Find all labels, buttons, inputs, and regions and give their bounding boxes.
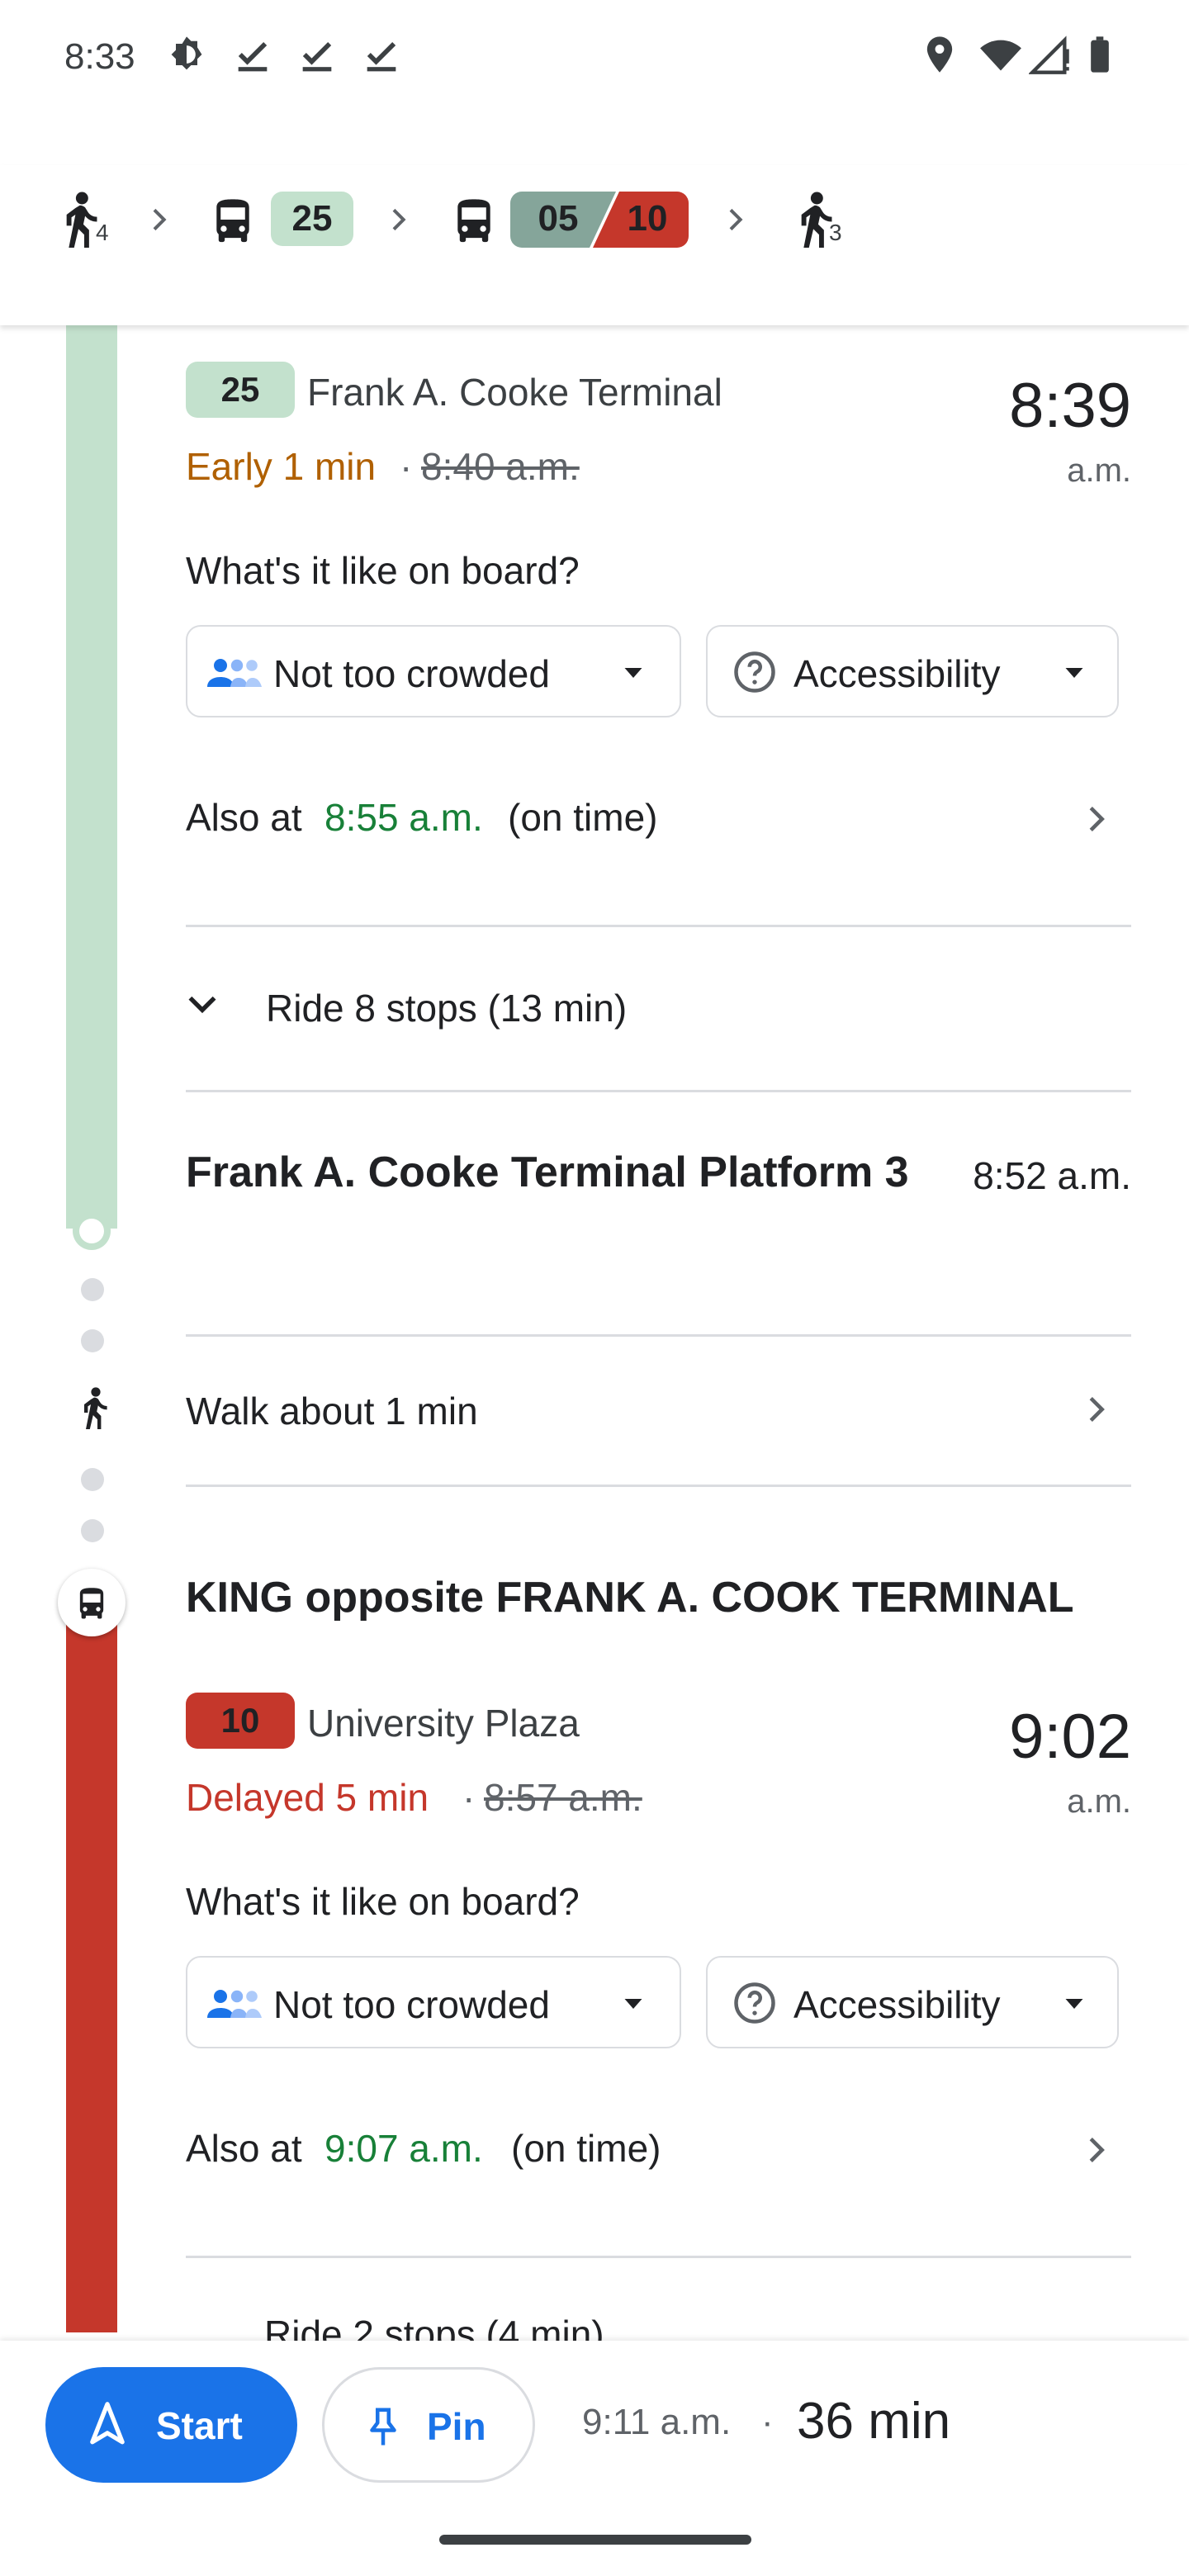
line-05-badge: 05 (538, 198, 579, 239)
also-at-prefix: Also at (186, 2127, 302, 2170)
accessibility-label: Accessibility (793, 1983, 1001, 2026)
pin-label: Pin (427, 2405, 486, 2448)
people-icon (207, 659, 262, 687)
dropdown-arrow-icon (624, 1999, 642, 2009)
crowd-label: Not too crowded (273, 1983, 550, 2026)
brightness-auto-icon (171, 36, 202, 70)
stop-node (73, 1212, 111, 1250)
divider (186, 2256, 1131, 2258)
people-icon (207, 1990, 262, 2018)
walk-icon (84, 1387, 107, 1429)
trip-duration: 36 min (797, 2393, 951, 2450)
boarding-stop-name[interactable]: KING opposite FRANK A. COOK TERMINAL (186, 1573, 1074, 1622)
status-bar: 8:33 (0, 0, 1189, 124)
start-label: Start (156, 2404, 243, 2447)
walk-dot (81, 1519, 104, 1542)
chevron-right-icon (1089, 1396, 1105, 1423)
wifi-icon (980, 40, 1021, 71)
arrival-time: 9:11 a.m. (582, 2402, 732, 2442)
walk-end-minutes: 3 (829, 220, 842, 245)
navigation-arrow-icon (90, 2402, 125, 2445)
on-board-question: What's it like on board? (186, 1880, 580, 1923)
leg1-scheduled-time: 8:40 a.m. (421, 445, 580, 488)
leg2-ampm: a.m. (1067, 1783, 1131, 1820)
also-at-time: 9:07 a.m. (324, 2127, 483, 2170)
check-icon (238, 42, 268, 72)
crowd-dropdown[interactable]: Not too crowded (186, 625, 681, 717)
separator: · (400, 445, 413, 488)
also-at-suffix: (on time) (511, 2127, 661, 2170)
also-at-suffix: (on time) (508, 796, 658, 839)
leg2-scheduled-time: 8:57 a.m. (484, 1776, 642, 1819)
accessibility-dropdown[interactable]: Accessibility (706, 1956, 1119, 2048)
ride-stops-toggle[interactable]: Ride 8 stops (13 min) (173, 974, 1131, 1040)
chevron-right-icon (729, 208, 743, 231)
line-10-badge: 10 (627, 198, 668, 239)
leg2-departure-time: 9:02 (1009, 1702, 1131, 1772)
leg1-ampm: a.m. (1067, 452, 1131, 489)
bus-icon (216, 199, 249, 243)
also-at-row[interactable]: Also at 8:55 a.m. (on time) (186, 788, 1131, 855)
route-line-25-rail (66, 325, 117, 1229)
chevron-right-icon (1089, 2137, 1105, 2163)
leg1-destination: Frank A. Cooke Terminal (307, 371, 722, 414)
signal-icon (1029, 36, 1069, 74)
walk-label: Walk about 1 min (186, 1390, 478, 1432)
arrival-stop-time: 8:52 a.m. (973, 1154, 1131, 1197)
leg1-line-badge: 25 (186, 362, 295, 418)
divider (186, 1090, 1131, 1092)
dropdown-arrow-icon (1065, 1999, 1083, 2009)
battery-icon (1091, 36, 1109, 73)
line-25-badge: 25 (271, 192, 353, 246)
ride-stops-label: Ride 8 stops (13 min) (266, 987, 628, 1030)
on-board-question: What's it like on board? (186, 549, 580, 592)
leg2-status: Delayed 5 min (186, 1776, 429, 1819)
divider (186, 1334, 1131, 1337)
arrival-stop-name: Frank A. Cooke Terminal Platform 3 (186, 1148, 909, 1196)
separator: · (462, 1776, 476, 1819)
also-at-time: 8:55 a.m. (324, 796, 483, 839)
bus-stop-node (58, 1569, 126, 1636)
pin-button[interactable]: Pin (322, 2367, 535, 2483)
walk-dot (81, 1329, 104, 1352)
divider (186, 925, 1131, 927)
leg2-destination: University Plaza (307, 1702, 580, 1745)
chevron-right-icon (392, 208, 406, 231)
pin-icon (370, 2408, 396, 2446)
walk-row[interactable]: Walk about 1 min (186, 1379, 1131, 1445)
help-circle-icon (734, 1982, 775, 2024)
check-icon (302, 42, 332, 72)
walk-start-minutes: 4 (96, 220, 109, 245)
separator: · (761, 2402, 774, 2442)
route-line-10-rail (66, 1598, 117, 2332)
walk-dot (81, 1278, 104, 1301)
bus-icon (79, 1588, 104, 1619)
crowd-dropdown[interactable]: Not too crowded (186, 1956, 681, 2048)
also-at-prefix: Also at (186, 796, 302, 839)
also-at-row[interactable]: Also at 9:07 a.m. (on time) (186, 2119, 1131, 2185)
accessibility-dropdown[interactable]: Accessibility (706, 625, 1119, 717)
crowd-label: Not too crowded (273, 652, 550, 695)
start-button[interactable]: Start (45, 2367, 297, 2483)
dropdown-arrow-icon (624, 668, 642, 678)
bottom-action-bar: Start Pin 9:11 a.m. · 36 min (0, 2341, 1189, 2576)
help-circle-icon (734, 651, 775, 693)
leg1-departure-time: 8:39 (1009, 371, 1131, 441)
walk-dot (81, 1468, 104, 1491)
chevron-right-icon (153, 208, 167, 231)
arrival-stop[interactable]: Frank A. Cooke Terminal Platform 3 8:52 … (186, 1144, 1131, 1267)
location-icon (926, 36, 953, 73)
bus-icon (457, 199, 490, 243)
accessibility-label: Accessibility (793, 652, 1001, 695)
chevron-down-icon (188, 996, 216, 1014)
dropdown-arrow-icon (1065, 668, 1083, 678)
chevron-right-icon (1089, 806, 1105, 832)
check-icon (367, 42, 396, 72)
leg1-status: Early 1 min (186, 445, 377, 488)
status-time: 8:33 (64, 36, 135, 77)
divider (186, 1485, 1131, 1487)
home-indicator[interactable] (439, 2535, 751, 2545)
route-summary[interactable]: 4 25 05 10 3 (0, 165, 1189, 325)
leg2-line-badge: 10 (186, 1693, 295, 1749)
